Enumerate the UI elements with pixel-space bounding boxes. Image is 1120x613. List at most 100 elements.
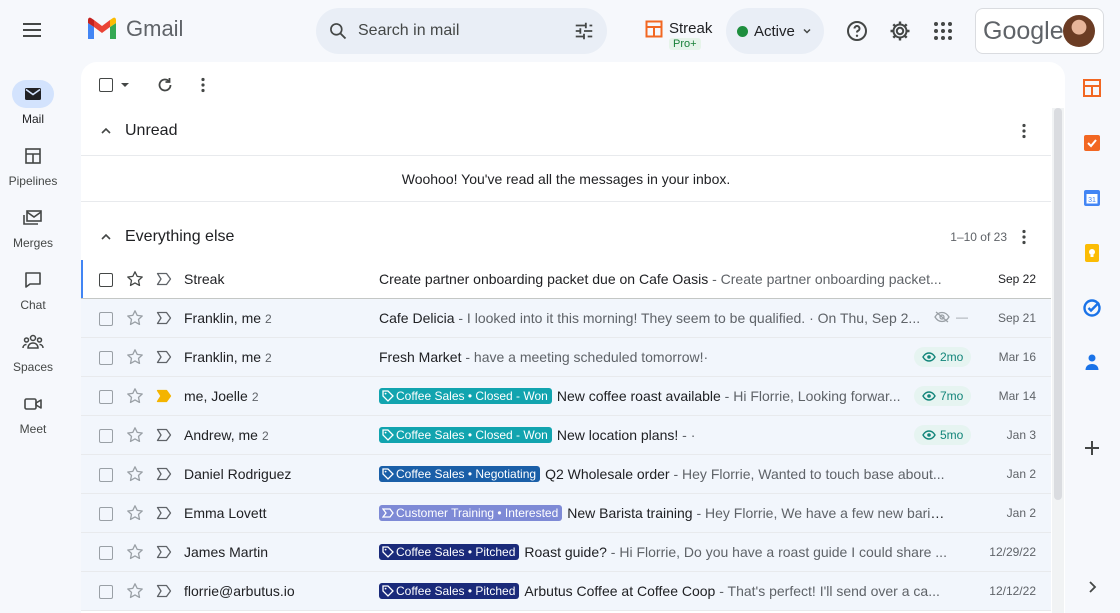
pipeline-label[interactable]: Coffee Sales • Pitched [379, 583, 520, 599]
more-vert-icon[interactable] [196, 76, 210, 94]
show-side-panel-button[interactable] [1082, 577, 1104, 599]
pipeline-label[interactable]: Coffee Sales • Negotiating [379, 466, 541, 482]
star-icon[interactable] [126, 426, 144, 444]
tasks-check-button[interactable] [1082, 133, 1104, 155]
row-checkbox[interactable] [99, 507, 113, 521]
important-marker-icon[interactable] [156, 584, 172, 598]
views-tracker[interactable]: 7mo [914, 386, 972, 406]
pipeline-label[interactable]: Coffee Sales • Closed - Won [379, 427, 552, 443]
table-row[interactable]: me, Joelle 2 Coffee Sales • Closed - Won N… [81, 377, 1051, 416]
avatar[interactable] [1063, 15, 1095, 47]
refresh-icon[interactable] [156, 76, 174, 94]
row-checkbox[interactable] [99, 351, 113, 365]
star-icon[interactable] [126, 543, 144, 561]
pipeline-label[interactable]: Customer Training • Interested [379, 505, 563, 521]
views-tracker[interactable]: 2mo [914, 347, 972, 367]
email-snippet: - That's perfect! I'll send over a ca... [715, 583, 940, 599]
rail-item-merges[interactable]: Merges [0, 204, 66, 250]
important-marker-icon[interactable] [156, 467, 172, 481]
chevron-up-icon[interactable] [99, 124, 113, 138]
star-icon[interactable] [126, 387, 144, 405]
important-marker-icon[interactable] [156, 311, 172, 325]
rail-item-mail[interactable]: Mail [0, 80, 66, 126]
important-marker-icon[interactable] [156, 506, 172, 520]
contacts-button[interactable] [1082, 352, 1104, 374]
gmail-logo[interactable]: Gmail [86, 16, 183, 42]
important-marker-icon[interactable] [156, 545, 172, 559]
settings-button[interactable] [888, 19, 912, 43]
unread-section-header[interactable]: Unread [81, 108, 1051, 154]
google-account-button[interactable]: Google [975, 8, 1104, 54]
rail-item-pipelines[interactable]: Pipelines [0, 142, 66, 188]
chevron-up-icon[interactable] [99, 230, 113, 244]
row-checkbox[interactable] [99, 546, 113, 560]
email-content[interactable]: Fresh Market - have a meeting scheduled … [379, 349, 949, 365]
everything-else-section-header[interactable]: Everything else 1–10 of 23 [81, 214, 1051, 260]
table-row[interactable]: Streak Create partner onboarding packet … [81, 260, 1051, 299]
rail-item-chat[interactable]: Chat [0, 266, 66, 312]
email-content[interactable]: Coffee Sales • Pitched Arbutus Coffee at … [379, 583, 949, 599]
support-button[interactable] [845, 19, 869, 43]
email-content[interactable]: Customer Training • Interested New Barist… [379, 505, 949, 521]
main-menu-button[interactable] [20, 18, 44, 42]
row-checkbox[interactable] [99, 429, 113, 443]
email-content[interactable]: Coffee Sales • Negotiating Q2 Wholesale o… [379, 466, 949, 482]
row-checkbox[interactable] [99, 390, 113, 404]
streak-button[interactable]: Streak Pro+ [645, 20, 712, 50]
email-content[interactable]: Cafe Delicia - I looked into it this mor… [379, 310, 949, 326]
gear-icon [890, 21, 910, 41]
row-checkbox[interactable] [99, 585, 113, 599]
row-checkbox[interactable] [99, 312, 113, 326]
table-row[interactable]: Daniel Rodriguez Coffee Sales • Negotiat… [81, 455, 1051, 494]
select-all-checkbox[interactable] [99, 78, 113, 92]
star-icon[interactable] [126, 582, 144, 600]
row-checkbox[interactable] [99, 273, 113, 287]
rail-item-spaces[interactable]: Spaces [0, 328, 66, 374]
status-dropdown[interactable]: Active [726, 8, 824, 54]
row-checkbox[interactable] [99, 468, 113, 482]
email-content[interactable]: Coffee Sales • Pitched Roast guide? - Hi … [379, 544, 949, 560]
views-tracker[interactable]: 5mo [914, 425, 972, 445]
important-marker-icon[interactable] [156, 389, 172, 403]
table-row[interactable]: Emma Lovett Customer Training • Interest… [81, 494, 1051, 533]
thread-count: 2 [261, 429, 269, 443]
tasks-button[interactable] [1082, 298, 1104, 320]
status-dot-icon [737, 25, 748, 37]
star-icon[interactable] [126, 348, 144, 366]
email-content[interactable]: Coffee Sales • Closed - Won New coffee ro… [379, 388, 949, 404]
scrollbar-thumb[interactable] [1054, 108, 1062, 500]
table-row[interactable]: James Martin Coffee Sales • Pitched Roast… [81, 533, 1051, 572]
streak-sidebar-button[interactable] [1082, 78, 1104, 100]
section-more-icon[interactable] [1017, 228, 1031, 246]
app-name: Gmail [126, 16, 184, 41]
rail-item-meet[interactable]: Meet [0, 390, 66, 436]
star-icon[interactable] [126, 309, 144, 327]
table-row[interactable]: Andrew, me 2 Coffee Sales • Closed - Won N… [81, 416, 1051, 455]
pipelines-icon [25, 148, 41, 164]
search-icon[interactable] [328, 21, 348, 41]
views-hidden-indicator[interactable]: — [934, 310, 968, 324]
search-options-icon[interactable] [573, 20, 595, 42]
star-icon[interactable] [126, 465, 144, 483]
table-row[interactable]: florrie@arbutus.io Coffee Sales • Pitche… [81, 572, 1051, 611]
email-content[interactable]: Create partner onboarding packet due on … [379, 271, 949, 287]
calendar-button[interactable]: 31 [1082, 188, 1104, 210]
pipeline-label[interactable]: Coffee Sales • Pitched [379, 544, 520, 560]
table-row[interactable]: Franklin, me 2 Fresh Market - have a meet… [81, 338, 1051, 377]
star-icon[interactable] [126, 504, 144, 522]
email-content[interactable]: Coffee Sales • Closed - Won New location … [379, 427, 949, 443]
pipeline-label[interactable]: Coffee Sales • Closed - Won [379, 388, 552, 404]
search-input[interactable] [358, 22, 573, 40]
select-menu-chevron-icon[interactable] [120, 82, 130, 88]
scrollbar[interactable] [1052, 108, 1064, 613]
section-more-icon[interactable] [1017, 122, 1031, 140]
important-marker-icon[interactable] [156, 350, 172, 364]
table-row[interactable]: Franklin, me 2 Cafe Delicia - I looked in… [81, 299, 1051, 338]
star-icon[interactable] [126, 270, 144, 288]
search-bar[interactable] [316, 8, 607, 54]
apps-button[interactable] [931, 19, 955, 43]
keep-button[interactable] [1082, 243, 1104, 265]
get-addons-button[interactable] [1082, 438, 1104, 460]
important-marker-icon[interactable] [156, 428, 172, 442]
important-marker-icon[interactable] [156, 272, 172, 286]
